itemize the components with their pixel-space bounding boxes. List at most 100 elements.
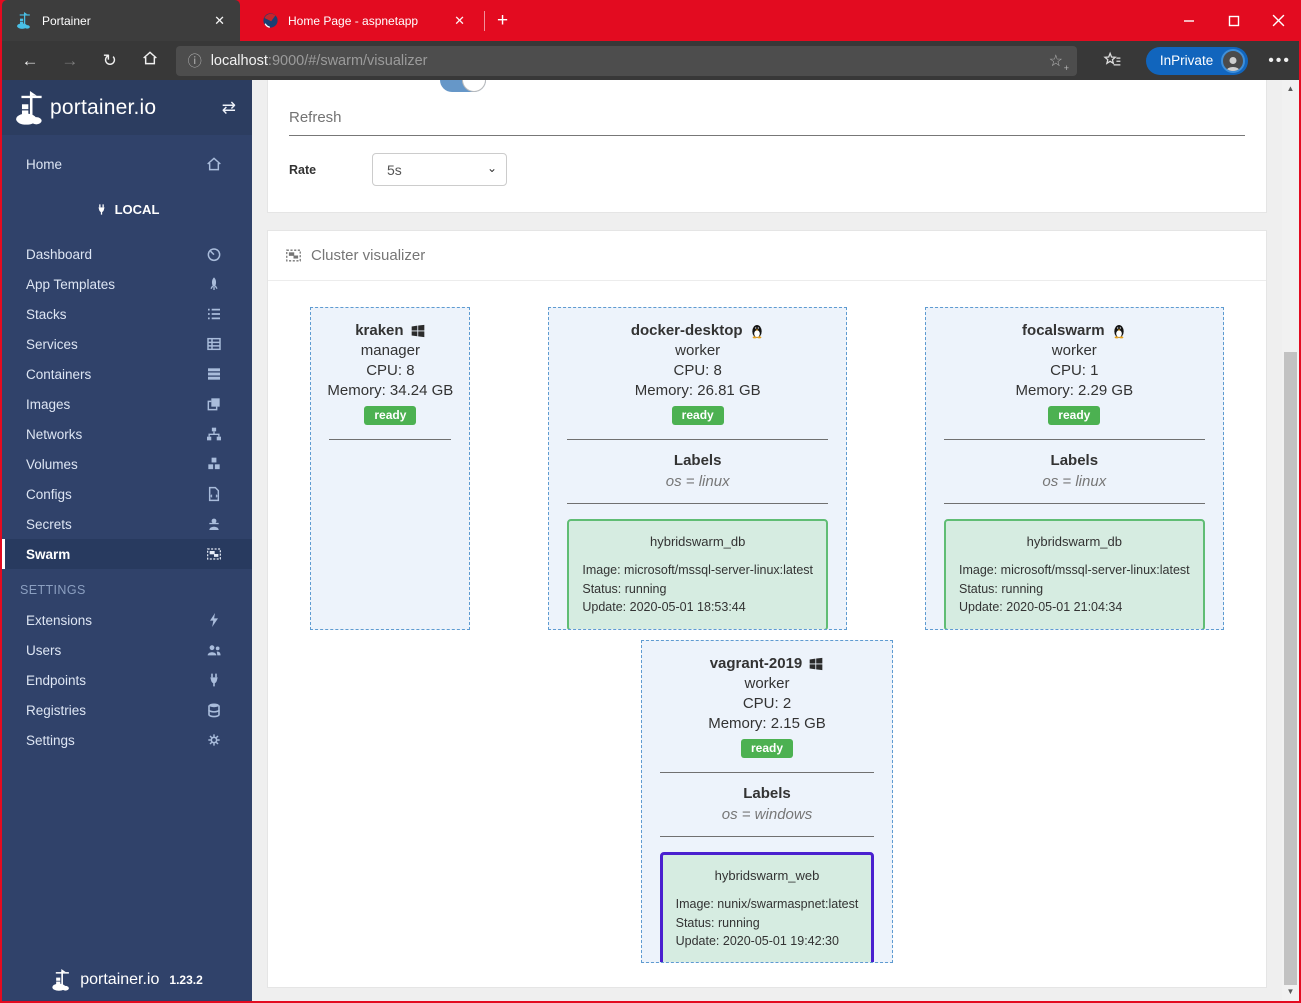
status-badge: ready — [1048, 406, 1101, 425]
plug-icon — [95, 203, 108, 216]
sidebar-item-networks[interactable]: Networks — [2, 419, 252, 449]
node-role: manager — [360, 342, 420, 359]
node-label: os = linux — [665, 473, 730, 490]
clone-icon — [206, 396, 222, 412]
portainer-logo-icon — [51, 969, 73, 991]
node-memory: Memory: 2.29 GB — [1015, 382, 1134, 399]
node-cpu: CPU: 8 — [366, 362, 415, 379]
add-favorite-icon[interactable]: ☆ + — [1043, 51, 1069, 73]
sidebar-item-swarm[interactable]: Swarm — [2, 539, 252, 569]
node-card-vagrant-2019[interactable]: vagrant-2019 worker CPU: 2 Memory: 2.15 … — [640, 640, 894, 963]
sidebar-item-registries[interactable]: Registries — [2, 695, 252, 725]
brand-name: portainer.io — [50, 95, 157, 119]
url-text[interactable]: localhost:9000/#/swarm/visualizer — [211, 53, 1043, 69]
refresh-icon[interactable]: ↻ — [90, 51, 130, 71]
task-card[interactable]: hybridswarm_db Image: microsoft/mssql-se… — [567, 519, 828, 629]
divider — [659, 772, 875, 773]
tab-close-icon[interactable]: ✕ — [209, 11, 230, 31]
browser-menu-icon[interactable]: ••• — [1268, 52, 1291, 70]
sidebar-item-configs[interactable]: Configs — [2, 479, 252, 509]
toggle-switch[interactable] — [440, 80, 486, 92]
node-label: os = linux — [1042, 473, 1107, 490]
windows-icon — [410, 323, 426, 339]
th-list-icon — [206, 336, 222, 352]
node-label: os = windows — [721, 806, 813, 823]
windows-icon — [808, 656, 824, 672]
divider — [659, 836, 875, 837]
scrollbar-thumb[interactable] — [1284, 352, 1297, 985]
sidebar-item-services[interactable]: Services — [2, 329, 252, 359]
divider — [567, 439, 828, 440]
inprivate-badge[interactable]: InPrivate — [1145, 46, 1249, 75]
node-card-docker-desktop[interactable]: docker-desktop worker CPU: 8 Memory: 26.… — [548, 307, 847, 630]
page-content: Refresh Rate 5s ⌄ Cluster visualizer kra… — [252, 80, 1282, 1001]
status-badge: ready — [364, 406, 417, 425]
minimize-button[interactable] — [1166, 0, 1211, 41]
window-frame — [0, 41, 2, 1003]
node-role: worker — [1051, 342, 1097, 359]
cogs-icon — [206, 732, 222, 748]
back-icon[interactable]: ← — [10, 51, 50, 71]
task-image: Image: microsoft/mssql-server-linux:late… — [959, 563, 1190, 577]
tab-close-icon[interactable]: ✕ — [449, 11, 470, 31]
node-cpu: CPU: 1 — [1050, 362, 1099, 379]
scroll-down-icon[interactable]: ▼ — [1282, 984, 1299, 1000]
new-tab-button[interactable]: + — [485, 10, 520, 32]
sidebar-item-settings[interactable]: Settings — [2, 725, 252, 755]
sidebar-item-extensions[interactable]: Extensions — [2, 605, 252, 635]
plug-icon — [206, 672, 222, 688]
tab-title: Home Page - aspnetapp — [288, 13, 419, 28]
sidebar-item-users[interactable]: Users — [2, 635, 252, 665]
maximize-button[interactable] — [1211, 0, 1256, 41]
address-bar[interactable]: ⓘ localhost:9000/#/swarm/visualizer ☆ + — [175, 45, 1077, 76]
object-group-icon — [285, 247, 302, 264]
divider — [567, 503, 828, 504]
profile-avatar[interactable] — [1221, 48, 1246, 73]
panel-header: Cluster visualizer — [268, 231, 1266, 281]
labels-title: Labels — [673, 452, 722, 469]
favorites-bar-icon[interactable] — [1103, 51, 1122, 70]
section-divider — [289, 135, 1245, 136]
endpoint-header-local: LOCAL — [2, 194, 252, 224]
sidebar-item-stacks[interactable]: Stacks — [2, 299, 252, 329]
sidebar-item-containers[interactable]: Containers — [2, 359, 252, 389]
vertical-scrollbar[interactable]: ▲ ▼ — [1282, 80, 1299, 1001]
tachometer-icon — [206, 246, 222, 262]
sidebar-collapse-icon[interactable]: ⇄ — [222, 98, 236, 118]
task-card[interactable]: hybridswarm_db Image: microsoft/mssql-se… — [944, 519, 1205, 629]
status-badge: ready — [740, 739, 793, 758]
settings-section-header: SETTINGS — [20, 583, 86, 597]
node-card-focalswarm[interactable]: focalswarm worker CPU: 1 Memory: 2.29 GB… — [925, 307, 1224, 630]
sidebar-item-images[interactable]: Images — [2, 389, 252, 419]
cluster-visualizer-panel: Cluster visualizer kraken manager CPU: 8… — [267, 230, 1267, 988]
browser-tab-bar: Portainer ✕ Home Page - aspnetapp ✕ + — [0, 0, 1301, 41]
site-info-icon[interactable]: ⓘ — [188, 51, 202, 71]
node-card-kraken[interactable]: kraken manager CPU: 8 Memory: 34.24 GB r… — [310, 307, 471, 630]
labels-title: Labels — [1050, 452, 1099, 469]
sidebar-item-dashboard[interactable]: Dashboard — [2, 239, 252, 269]
browser-home-icon[interactable] — [130, 50, 170, 71]
status-badge: ready — [671, 406, 724, 425]
tab-portainer[interactable]: Portainer ✕ — [2, 0, 240, 41]
task-card-selected[interactable]: hybridswarm_web Image: nunix/swarmaspnet… — [659, 852, 875, 962]
sidebar-item-endpoints[interactable]: Endpoints — [2, 665, 252, 695]
tab-title: Portainer — [42, 13, 91, 28]
sidebar-item-secrets[interactable]: Secrets — [2, 509, 252, 539]
object-group-icon — [206, 546, 222, 562]
rate-select[interactable]: 5s — [372, 153, 507, 186]
sidebar-item-app-templates[interactable]: App Templates — [2, 269, 252, 299]
scroll-up-icon[interactable]: ▲ — [1282, 81, 1299, 97]
tab-aspnetapp[interactable]: Home Page - aspnetapp ✕ — [248, 0, 480, 41]
forward-icon[interactable]: → — [50, 51, 90, 71]
node-cpu: CPU: 2 — [742, 695, 792, 712]
panel-title: Cluster visualizer — [311, 247, 426, 264]
browser-toolbar: ← → ↻ ⓘ localhost:9000/#/swarm/visualize… — [0, 41, 1301, 80]
sidebar-header: portainer.io ⇄ — [2, 80, 252, 135]
task-image: Image: nunix/swarmaspnet:latest — [675, 897, 859, 911]
divider — [944, 503, 1205, 504]
sidebar-item-volumes[interactable]: Volumes — [2, 449, 252, 479]
database-icon — [206, 702, 222, 718]
divider — [329, 439, 452, 440]
sidebar-item-home[interactable]: Home — [2, 149, 252, 179]
close-button[interactable] — [1256, 0, 1301, 41]
